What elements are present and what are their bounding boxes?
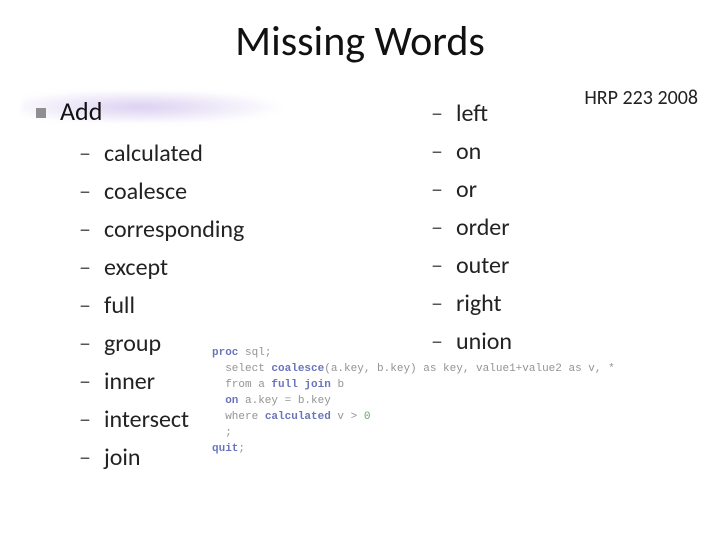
bullet-add: Add [36,95,102,127]
dash-icon: – [430,285,444,323]
list-item-label: corresponding [104,215,244,244]
list-item-label: left [456,99,488,128]
bullet-square-icon [36,108,46,118]
code-num: 0 [364,411,371,423]
list-item: –corresponding [78,211,244,249]
list-item-label: coalesce [104,177,187,206]
list-item: –on [430,133,512,171]
dash-icon: – [78,211,92,249]
list-item-label: calculated [104,139,203,168]
word-list-right: –left –on –or –order –outer –right –unio… [430,95,512,361]
list-item-label: union [456,327,512,356]
list-item: –full [78,287,244,325]
list-item: –or [430,171,512,209]
dash-icon: – [78,173,92,211]
slide-title: Missing Words [0,16,720,67]
word-list-left: –calculated –coalesce –corresponding –ex… [78,135,244,477]
list-item: –calculated [78,135,244,173]
list-item-label: or [456,175,477,204]
dash-icon: – [78,135,92,173]
code-kw: full join [271,379,330,391]
list-item: –group [78,325,244,363]
code-text: b [331,379,344,391]
list-item: –left [430,95,512,133]
code-text: v > [331,411,364,423]
dash-icon: – [78,249,92,287]
list-item: –intersect [78,401,244,439]
code-text: a.key = b.key [238,395,330,407]
bullet-add-label: Add [60,95,102,127]
dash-icon: – [78,401,92,439]
list-item-label: inner [104,367,155,396]
dash-icon: – [430,209,444,247]
dash-icon: – [78,325,92,363]
list-item: –coalesce [78,173,244,211]
list-item: –outer [430,247,512,285]
list-item-label: group [104,329,161,358]
list-item-label: join [104,443,141,472]
dash-icon: – [430,171,444,209]
code-kw: coalesce [271,363,324,375]
code-text: (a.key, b.key) as key, value1+value2 as … [324,363,614,375]
dash-icon: – [430,133,444,171]
list-item: –right [430,285,512,323]
list-item-label: outer [456,251,509,280]
list-item: –order [430,209,512,247]
list-item: –inner [78,363,244,401]
list-item-label: except [104,253,168,282]
dash-icon: – [430,247,444,285]
code-snippet: proc sql; select coalesce(a.key, b.key) … [212,345,615,457]
dash-icon: – [78,287,92,325]
list-item: –except [78,249,244,287]
dash-icon: – [78,439,92,477]
list-item-label: intersect [104,405,189,434]
list-item-label: full [104,291,135,320]
list-item-label: on [456,137,481,166]
course-header: HRP 223 2008 [584,86,698,110]
dash-icon: – [430,95,444,133]
dash-icon: – [430,323,444,361]
code-kw: calculated [265,411,331,423]
list-item-label: right [456,289,502,318]
code-text: sql; [245,347,271,359]
list-item-label: order [456,213,510,242]
dash-icon: – [78,363,92,401]
list-item: –union [430,323,512,361]
list-item: –join [78,439,244,477]
